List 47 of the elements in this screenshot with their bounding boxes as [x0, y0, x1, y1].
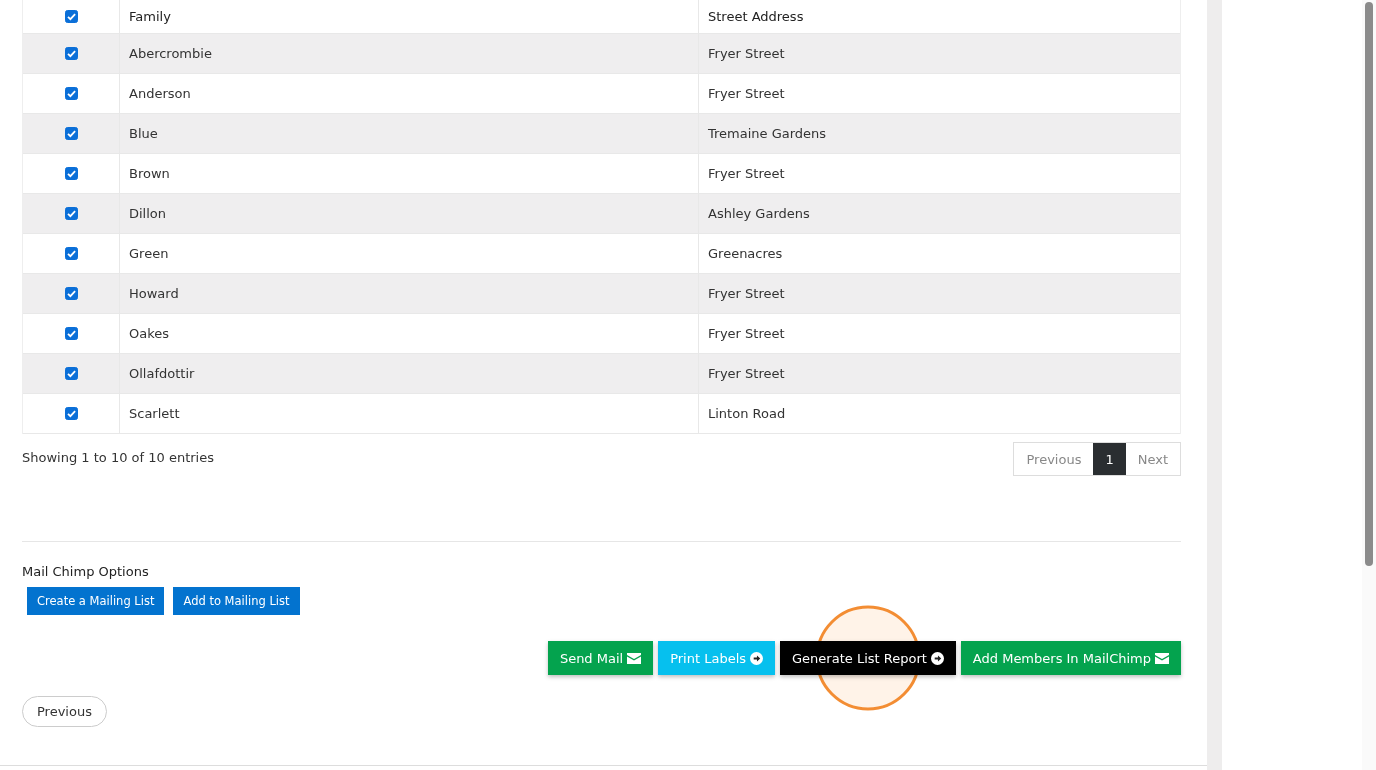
mailing-list-button[interactable]: Create a Mailing List	[27, 587, 165, 615]
mailing-list-button[interactable]: Add to Mailing List	[173, 587, 300, 615]
row-checkbox[interactable]	[64, 207, 78, 220]
row-checkbox[interactable]	[64, 367, 78, 380]
table-cell: Dillon	[129, 206, 167, 221]
envelope-icon	[1155, 652, 1169, 664]
row-checkbox[interactable]	[64, 407, 78, 420]
table-cell: Green	[129, 246, 169, 261]
table-cell: Ashley Gardens	[708, 206, 810, 221]
table-cell: Abercrombie	[129, 46, 212, 61]
column-header[interactable]: Street Address	[708, 9, 804, 24]
table-cell: Greenacres	[708, 246, 783, 261]
action-button[interactable]: Send Mail	[547, 641, 654, 675]
table-cell: Scarlett	[129, 406, 180, 421]
action-button[interactable]: Generate List Report	[780, 641, 956, 675]
row-checkbox[interactable]	[64, 287, 78, 300]
row-checkbox[interactable]	[64, 87, 78, 100]
table-cell: Brown	[129, 166, 170, 181]
select-all-checkbox[interactable]	[64, 10, 78, 23]
envelope-icon	[627, 652, 642, 664]
table-cell: Tremaine Gardens	[708, 126, 827, 141]
table-cell: Howard	[129, 286, 179, 301]
row-checkbox[interactable]	[64, 327, 78, 340]
arrow-right-circle-icon	[930, 651, 944, 665]
table-cell: Blue	[129, 126, 158, 141]
table-cell: Fryer Street	[708, 326, 785, 341]
arrow-right-circle-icon	[750, 651, 764, 665]
table-cell: Fryer Street	[708, 166, 785, 181]
table-cell: Anderson	[129, 86, 191, 101]
table-cell: Linton Road	[708, 406, 786, 421]
section-title: Mail Chimp Options	[22, 564, 150, 579]
table-cell: Fryer Street	[708, 46, 785, 61]
table-cell: Fryer Street	[708, 286, 785, 301]
column-header[interactable]: Family	[129, 9, 171, 24]
row-checkbox[interactable]	[64, 127, 78, 140]
row-checkbox[interactable]	[64, 167, 78, 180]
table-cell: Fryer Street	[708, 86, 785, 101]
table-cell: Ollafdottir	[129, 366, 195, 381]
row-checkbox[interactable]	[64, 47, 78, 60]
action-button[interactable]: Add Members In MailChimp	[960, 641, 1181, 675]
table-cell: Oakes	[129, 326, 170, 341]
scrollbar-thumb[interactable]	[1365, 2, 1373, 566]
entries-info: Showing 1 to 10 of 10 entries	[22, 450, 214, 465]
row-checkbox[interactable]	[64, 247, 78, 260]
table-cell: Fryer Street	[708, 366, 785, 381]
previous-button[interactable]: Previous	[22, 696, 107, 727]
page-button[interactable]: 1	[1093, 443, 1126, 475]
